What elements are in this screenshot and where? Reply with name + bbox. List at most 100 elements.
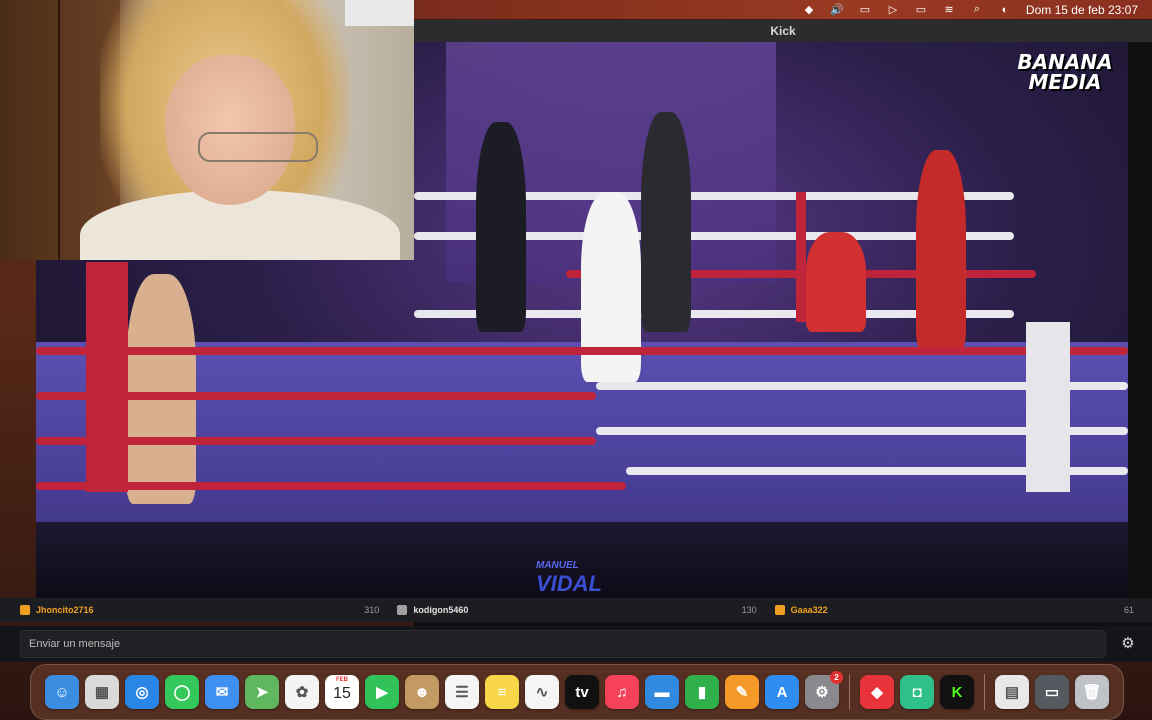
dock-notes-icon[interactable]: ≡ xyxy=(485,675,519,709)
menu-bar: ◆ 🔊 ▭ ▷ ▭ ≋ ⌕ ◐ Dom 15 de feb 23:07 xyxy=(414,0,1152,19)
chat-count: 61 xyxy=(1123,605,1134,615)
trash-glyph: 🗑 xyxy=(1082,684,1102,701)
mascot-elmo xyxy=(806,232,866,332)
calendar-day: 15 xyxy=(333,685,351,702)
chat-message-input[interactable] xyxy=(20,630,1106,658)
launchpad-glyph: ▦ xyxy=(94,684,110,701)
obs-or-app-glyph: ◘ xyxy=(912,683,922,701)
subscriber-badge-icon xyxy=(774,605,785,615)
dropbox-icon[interactable]: ◆ xyxy=(802,4,816,16)
chat-username[interactable]: kodigon5460 xyxy=(413,605,741,615)
dock-launchpad-icon[interactable]: ▦ xyxy=(85,675,119,709)
chat-leaderboard: Jhoncito2716 310 kodigon5460 130 Gaaa322… xyxy=(0,598,1152,622)
screen-mirror-icon[interactable]: ▭ xyxy=(858,4,872,16)
boxer-yellow xyxy=(126,274,196,504)
cameraman xyxy=(476,122,526,332)
ring-rope xyxy=(36,347,1128,355)
photos-glyph: ✿ xyxy=(295,684,309,701)
dock-facetime-icon[interactable]: ▶ xyxy=(365,675,399,709)
dock: ☺ ▦ ◎ ◯ ✉ ➤ ✿ FEB 15 ▶ ☻ ☰ ≡ ∿ tv ♫ ▬ ▮ ✎ A ⚙ 2 ◆ ◘ K ▤ ▭ 🗑 xyxy=(30,664,1124,720)
numbers-glyph: ▮ xyxy=(697,684,707,701)
keynote-glyph: ▬ xyxy=(654,683,670,701)
dock-contacts-icon[interactable]: ☻ xyxy=(405,675,439,709)
safari-glyph: ◎ xyxy=(135,684,149,701)
ring-post xyxy=(796,192,806,322)
preview-glyph: ▤ xyxy=(1004,684,1020,701)
battery-icon[interactable]: ▭ xyxy=(914,4,928,16)
menu-bar-clock[interactable]: Dom 15 de feb 23:07 xyxy=(1026,3,1138,17)
dock-finder-icon[interactable]: ☺ xyxy=(45,675,79,709)
maps-glyph: ➤ xyxy=(255,684,269,701)
anydesk-glyph: ◆ xyxy=(871,684,883,701)
subscriber-badge-icon xyxy=(20,605,30,615)
system-settings-glyph: ⚙ xyxy=(815,684,829,701)
mail-glyph: ✉ xyxy=(215,684,229,701)
chat-username[interactable]: Gaaa322 xyxy=(791,605,1124,615)
chat-settings-gear-icon[interactable]: ⚙ xyxy=(1118,634,1138,654)
dock-obs-or-app-icon[interactable]: ◘ xyxy=(900,675,934,709)
dock-separator xyxy=(849,674,850,710)
dock-keynote-icon[interactable]: ▬ xyxy=(645,675,679,709)
dock-screen-recording-icon[interactable]: ▭ xyxy=(1035,675,1069,709)
chat-entry[interactable]: Jhoncito2716 310 xyxy=(20,605,397,615)
contacts-glyph: ☻ xyxy=(414,683,430,701)
dock-messages-icon[interactable]: ◯ xyxy=(165,675,199,709)
finder-glyph: ☺ xyxy=(54,683,70,701)
streamer-face xyxy=(165,55,295,205)
notification-badge: 2 xyxy=(830,671,843,684)
dock-music-icon[interactable]: ♫ xyxy=(605,675,639,709)
dock-mail-icon[interactable]: ✉ xyxy=(205,675,239,709)
chat-entry[interactable]: kodigon5460 130 xyxy=(397,605,774,615)
dock-numbers-icon[interactable]: ▮ xyxy=(685,675,719,709)
dock-freeform-icon[interactable]: ∿ xyxy=(525,675,559,709)
volume-icon[interactable]: 🔊 xyxy=(830,4,844,16)
dock-appletv-icon[interactable]: tv xyxy=(565,675,599,709)
play-icon[interactable]: ▷ xyxy=(886,4,900,16)
ring-corner-post xyxy=(86,262,128,492)
screen-recording-glyph: ▭ xyxy=(1044,684,1060,701)
air-conditioner xyxy=(345,0,414,26)
dock-separator xyxy=(984,674,985,710)
control-center-icon[interactable]: ◐ xyxy=(998,4,1012,16)
wifi-icon[interactable]: ≋ xyxy=(942,4,956,16)
appstore-glyph: A xyxy=(776,683,788,701)
appletv-glyph: tv xyxy=(575,683,589,701)
calendar-month: FEB xyxy=(336,677,348,683)
dock-trash-icon[interactable]: 🗑 xyxy=(1075,675,1109,709)
dock-appstore-icon[interactable]: A xyxy=(765,675,799,709)
kick-glyph: K xyxy=(951,683,963,701)
streamer-glasses xyxy=(198,132,318,162)
dock-safari-icon[interactable]: ◎ xyxy=(125,675,159,709)
messages-glyph: ◯ xyxy=(173,684,191,701)
reminders-glyph: ☰ xyxy=(455,684,469,701)
freeform-glyph: ∿ xyxy=(535,684,549,701)
music-glyph: ♫ xyxy=(616,683,628,701)
window-title[interactable]: Kick xyxy=(414,20,1152,42)
staff-member xyxy=(641,112,691,332)
boxer-red xyxy=(916,150,966,350)
chat-input-bar: ⚙ xyxy=(0,626,1152,662)
manuel-vidal-watermark: MANUEL VIDAL xyxy=(536,560,602,596)
dock-maps-icon[interactable]: ➤ xyxy=(245,675,279,709)
webcam-overlay xyxy=(0,0,414,260)
chat-count: 130 xyxy=(741,605,757,615)
dock-preview-icon[interactable]: ▤ xyxy=(995,675,1029,709)
dock-photos-icon[interactable]: ✿ xyxy=(285,675,319,709)
pages-glyph: ✎ xyxy=(735,684,749,701)
dock-anydesk-icon[interactable]: ◆ xyxy=(860,675,894,709)
notes-glyph: ≡ xyxy=(497,683,507,701)
subscriber-badge-icon xyxy=(397,605,408,615)
facetime-glyph: ▶ xyxy=(376,684,388,701)
dock-kick-icon[interactable]: K xyxy=(940,675,974,709)
chat-entry[interactable]: Gaaa322 61 xyxy=(774,605,1152,615)
ring-corner-post xyxy=(1026,322,1070,492)
search-icon[interactable]: ⌕ xyxy=(970,3,984,16)
chat-username[interactable]: Jhoncito2716 xyxy=(36,605,364,615)
dock-calendar-icon[interactable]: FEB 15 xyxy=(325,675,359,709)
dock-system-settings-icon[interactable]: ⚙ 2 xyxy=(805,671,843,709)
dock-reminders-icon[interactable]: ☰ xyxy=(445,675,479,709)
dock-pages-icon[interactable]: ✎ xyxy=(725,675,759,709)
banana-media-logo: BANANA MEDIA xyxy=(1017,50,1113,94)
cabinet-seam xyxy=(58,0,60,260)
chat-count: 310 xyxy=(364,605,380,615)
